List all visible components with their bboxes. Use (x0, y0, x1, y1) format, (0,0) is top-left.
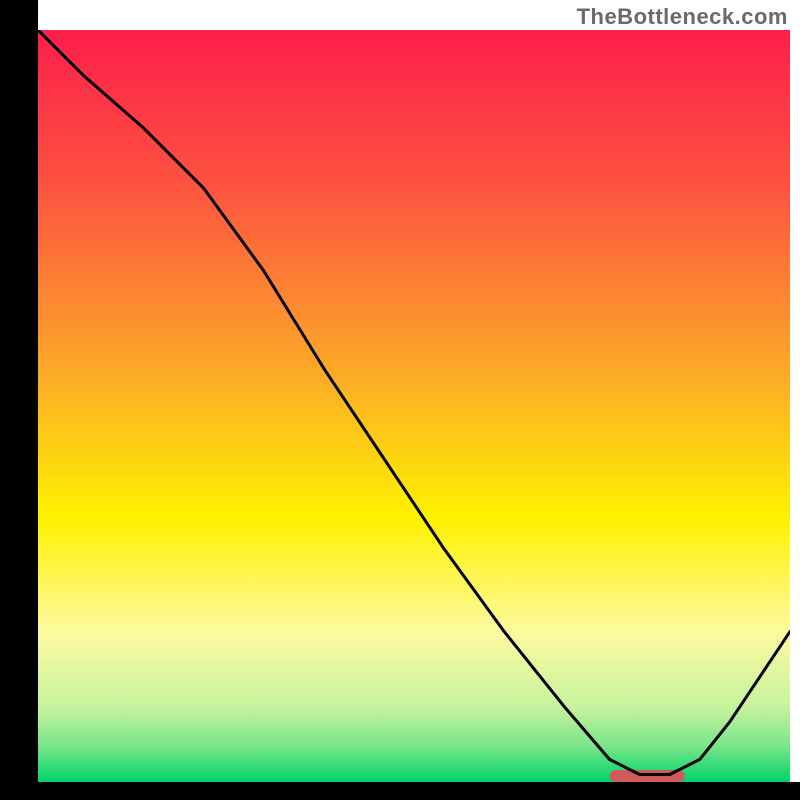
axis-left (0, 0, 38, 800)
bottleneck-chart (0, 0, 800, 800)
chart-frame: TheBottleneck.com (0, 0, 800, 800)
plot-background (38, 30, 790, 782)
plot-border-right (790, 30, 800, 782)
axis-bottom (0, 782, 800, 800)
watermark-text: TheBottleneck.com (577, 4, 788, 30)
